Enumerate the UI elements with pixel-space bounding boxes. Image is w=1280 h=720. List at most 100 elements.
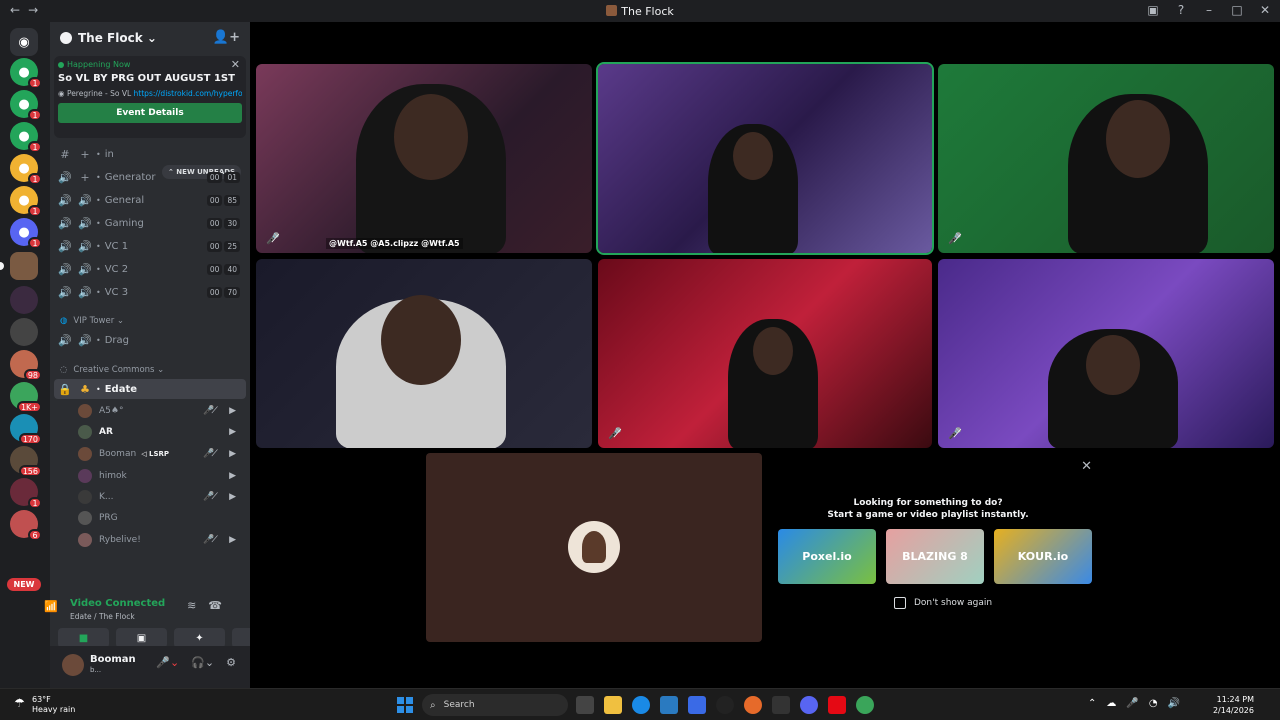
epic-games-icon[interactable]	[772, 696, 790, 714]
username[interactable]: Booman	[90, 654, 136, 665]
home-icon[interactable]: ◉	[10, 28, 38, 56]
windows-start-icon[interactable]	[397, 697, 413, 713]
chevron-up-icon[interactable]: ⌃	[1088, 698, 1096, 709]
window-title-text: The Flock	[621, 5, 674, 18]
channel-item[interactable]: 🔊 🔊 • Gaming 00 30	[54, 213, 246, 233]
server-item[interactable]: 6	[10, 510, 42, 541]
voice-user[interactable]: Booman ◁ LSRP 🎤̸ ▶	[78, 444, 246, 464]
avatar	[78, 469, 92, 483]
camera-button[interactable]: ■	[58, 628, 109, 648]
server-item[interactable]: 98	[10, 350, 42, 381]
event-link[interactable]: https://distrokid.com/hyperfo...	[134, 89, 242, 98]
wifi-icon[interactable]: ◔	[1149, 698, 1158, 709]
channel-name: Generator	[104, 171, 156, 183]
server-item[interactable]: ● 1	[10, 186, 42, 217]
weather-widget[interactable]: ☂ 63°F Heavy rain	[14, 695, 75, 715]
edge-icon[interactable]	[632, 696, 650, 714]
close-icon[interactable]: ✕	[1081, 459, 1092, 474]
firefox-icon[interactable]	[744, 696, 762, 714]
minimize-icon[interactable]: –	[1202, 3, 1216, 17]
app-icon[interactable]	[716, 696, 734, 714]
count-current: 00	[206, 194, 223, 206]
volume-icon[interactable]: 🔊	[1168, 698, 1180, 709]
server-item[interactable]: 156	[10, 446, 42, 477]
count-limit: 40	[224, 263, 240, 275]
voice-user[interactable]: himok ▶	[78, 466, 246, 486]
help-icon[interactable]: ?	[1174, 3, 1188, 17]
voice-user[interactable]: A5♠° 🎤̸ ▶	[78, 401, 246, 421]
discord-icon[interactable]	[800, 696, 818, 714]
video-tile[interactable]: 🎤̸	[938, 259, 1274, 448]
channel-item-edate[interactable]: 🔒 ♣ • Edate	[54, 379, 246, 399]
self-video-tile[interactable]	[426, 453, 762, 642]
file-explorer-icon[interactable]	[604, 696, 622, 714]
new-servers-pill[interactable]: NEW	[7, 578, 41, 591]
noise-suppression-icon[interactable]: ≋	[187, 599, 208, 612]
close-window-icon[interactable]: ✕	[1258, 3, 1272, 17]
close-icon[interactable]: ✕	[231, 58, 240, 71]
headphones-icon[interactable]: 🎧⌄	[191, 656, 214, 669]
channel-item[interactable]: 🔊 🔊 • General 00 85	[54, 190, 246, 210]
server-item[interactable]: ● 1	[10, 90, 42, 121]
channel-item-drag[interactable]: 🔊 🔊 • Drag	[54, 330, 246, 350]
hash-icon: #	[60, 147, 70, 161]
guild-header[interactable]: The Flock ⌄ 👤+	[50, 22, 250, 54]
mute-mic-icon[interactable]: 🎤⌄	[156, 656, 179, 669]
video-tile-speaking[interactable]	[596, 62, 934, 255]
maximize-icon[interactable]: □	[1230, 3, 1244, 17]
settings-gear-icon[interactable]: ⚙	[226, 656, 236, 669]
game-card[interactable]: Poxel.io	[778, 529, 876, 584]
voice-user[interactable]: AR ▶	[78, 422, 246, 442]
video-tile[interactable]: 🎤̸ @Wtf.A5 @A5.clipzz @Wtf.A5	[256, 64, 592, 253]
server-item[interactable]: ● 1	[10, 122, 42, 153]
taskbar-search[interactable]: ⌕ Search	[422, 694, 568, 716]
voice-user[interactable]: PRG	[78, 508, 246, 528]
server-item[interactable]	[10, 318, 38, 346]
task-view-icon[interactable]	[576, 696, 594, 714]
channel-item[interactable]: # + • in	[54, 144, 246, 164]
event-details-button[interactable]: Event Details	[58, 103, 242, 123]
voice-status[interactable]: Video Connected	[70, 598, 165, 609]
server-item[interactable]: 1K+	[10, 382, 42, 413]
server-item[interactable]: ● 1	[10, 154, 42, 185]
avatar	[78, 425, 92, 439]
server-item[interactable]	[0, 252, 38, 280]
activities-button[interactable]: ✦	[174, 628, 225, 648]
screen-share-button[interactable]: ▣	[116, 628, 167, 648]
category-creative[interactable]: ◌ Creative Commons ⌄	[60, 365, 164, 375]
server-item[interactable]: ● 1	[10, 58, 42, 89]
clock[interactable]: 11:24 PM 2/14/2026	[1213, 694, 1254, 716]
microphone-icon[interactable]: 🎤	[1126, 698, 1138, 709]
server-item[interactable]: 170	[10, 414, 42, 445]
server-item[interactable]: ● 1	[10, 218, 42, 249]
status-icons: ▶	[229, 471, 240, 481]
video-tile[interactable]: 🎤̸	[938, 64, 1274, 253]
category-vip[interactable]: ◍ VIP Tower ⌄	[60, 316, 124, 326]
add-member-icon[interactable]: 👤+	[213, 30, 240, 45]
inbox-icon[interactable]: ▣	[1146, 3, 1160, 17]
voice-subtitle: Edate / The Flock	[70, 612, 135, 621]
voice-user[interactable]: Rybelive! 🎤̸ ▶	[78, 530, 246, 550]
checkbox[interactable]	[894, 597, 906, 609]
chrome-icon[interactable]	[856, 696, 874, 714]
video-tile[interactable]	[256, 259, 592, 448]
channel-item[interactable]: 🔊 🔊 • VC 3 00 70	[54, 282, 246, 302]
dont-show-again[interactable]: Don't show again	[894, 597, 992, 609]
video-tile[interactable]: 🎤̸	[598, 259, 932, 448]
channel-item[interactable]: 🔊 🔊 • VC 2 00 40	[54, 259, 246, 279]
dot-icon: •	[96, 264, 101, 274]
server-item[interactable]: 1	[10, 478, 42, 509]
outlook-icon[interactable]	[688, 696, 706, 714]
photos-icon[interactable]	[660, 696, 678, 714]
channel-item[interactable]: 🔊 🔊 • VC 1 00 25	[54, 236, 246, 256]
channel-item[interactable]: 🔊 + • Generator 00 01	[54, 167, 246, 187]
voice-user[interactable]: K... 🎤̸ ▶	[78, 487, 246, 507]
disconnect-icon[interactable]: ☎	[208, 599, 234, 612]
game-card[interactable]: KOUR.io	[994, 529, 1092, 584]
dot-icon: •	[96, 335, 101, 345]
avatar[interactable]	[62, 654, 84, 676]
netflix-icon[interactable]	[828, 696, 846, 714]
server-item[interactable]	[10, 286, 38, 314]
game-card[interactable]: BLAZING 8	[886, 529, 984, 584]
cloud-icon[interactable]: ☁	[1106, 698, 1116, 709]
